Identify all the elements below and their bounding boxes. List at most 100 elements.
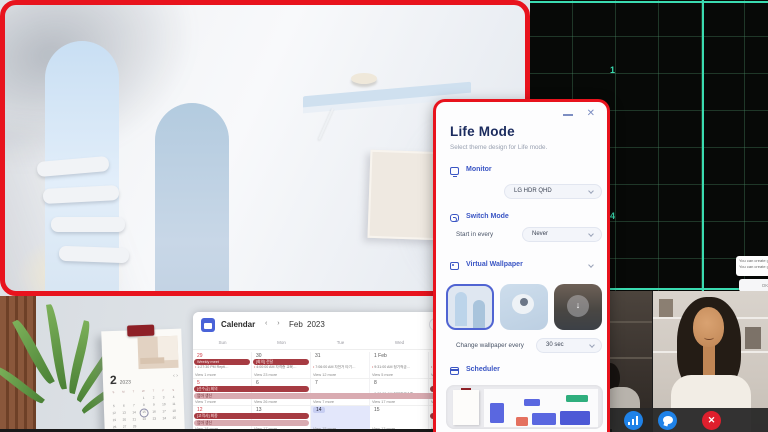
scheduler-section-label: Scheduler — [466, 366, 500, 373]
leaning-frame — [367, 150, 442, 240]
change-wallpaper-dropdown[interactable]: 30 sec — [536, 338, 602, 353]
month-nav-arrows[interactable]: ‹ › — [265, 320, 284, 327]
monitor-icon — [450, 167, 459, 175]
monitor-dropdown[interactable]: LG HDR QHD — [504, 184, 602, 199]
stair-step — [43, 185, 120, 204]
wallpaper-thumbnail-arches-selected[interactable] — [446, 284, 494, 330]
change-wallpaper-label: Change wallpaper every — [456, 342, 524, 349]
virtual-wallpaper-icon — [450, 262, 459, 270]
current-month[interactable]: Feb — [289, 320, 303, 329]
end-call-button[interactable]: ✕ — [702, 411, 721, 430]
view-more-link[interactable]: View 17 more — [372, 400, 395, 404]
switch-mode-dropdown[interactable]: Never — [522, 227, 602, 242]
grid-accent-line-top — [530, 1, 768, 3]
chevron-down-icon — [589, 342, 595, 348]
chevron-icon[interactable] — [588, 262, 594, 268]
day-number[interactable]: 8 — [372, 380, 377, 386]
event-bar[interactable]: [고객사] 최종 — [194, 413, 309, 419]
arch-niche-right — [155, 103, 229, 296]
volume-bars-icon — [628, 416, 639, 425]
end-call-icon: ✕ — [702, 411, 721, 430]
day-number[interactable]: 15 — [372, 407, 380, 413]
stair-step — [51, 217, 125, 232]
bookshelf-line — [610, 321, 652, 323]
participant-face — [693, 307, 724, 347]
chevron-down-icon — [588, 188, 594, 194]
video-call-region: ✕ — [610, 291, 768, 432]
event-bar[interactable]: [선수금] 회의 — [194, 386, 309, 392]
event-bar[interactable]: 엄마 생신 — [194, 420, 309, 426]
preview-event — [560, 411, 590, 425]
grid-row-label-1: 1 — [610, 65, 615, 75]
bookshelf-books — [745, 327, 761, 349]
chevron-down-icon — [588, 231, 594, 237]
event-bar[interactable]: Weekly meet — [194, 359, 250, 365]
day-number[interactable]: 14 — [313, 407, 325, 413]
thumbnail-arch — [455, 292, 467, 326]
desk-calendar-year: 2023 — [120, 379, 131, 385]
thumbnail-object — [520, 298, 528, 306]
arch-niche-left — [45, 41, 119, 296]
day-number[interactable]: 31 — [313, 353, 321, 359]
start-in-every-label: Start in every — [456, 231, 493, 238]
bookshelf-books — [659, 299, 673, 317]
screen: 1 4 You can create grid gu You can creat… — [0, 0, 768, 432]
wallpaper-thumbnail-studio[interactable] — [500, 284, 548, 330]
chat-button[interactable] — [658, 411, 677, 430]
current-year[interactable]: 2023 — [307, 320, 325, 329]
change-wallpaper-value: 30 sec — [546, 342, 564, 348]
panel-subtitle: Select theme design for Life mode. — [450, 144, 547, 151]
event-text[interactable]: 7:06:00 AM 자전거 타기… — [313, 365, 369, 370]
download-icon: ↓ — [567, 295, 589, 317]
day-number[interactable]: 1 Feb — [372, 353, 387, 359]
view-more-link[interactable]: View 26 more — [254, 400, 277, 404]
scheduler-preview[interactable] — [446, 385, 603, 429]
desk-calendar-nav-arrows: ‹ › — [173, 373, 178, 379]
desk-date: 23 — [149, 415, 159, 422]
preview-event — [490, 403, 504, 423]
desk-calendar: 22023 ‹ › SMTWTFS12345678910111213141516… — [101, 329, 185, 432]
view-more-link[interactable]: View 1 more — [195, 373, 216, 377]
view-more-link[interactable]: View 5 more — [372, 373, 393, 377]
close-button[interactable]: ✕ — [587, 108, 595, 119]
view-more-link[interactable]: View 7 more — [195, 400, 216, 404]
view-more-link[interactable]: View 23 more — [254, 373, 277, 377]
participant-neck — [703, 343, 715, 377]
calendar-app-icon — [201, 318, 215, 332]
day-number[interactable]: 7 — [313, 380, 318, 386]
event-text[interactable]: 9:31:00 AM 정기적금… — [372, 365, 428, 370]
calendar-app-title: Calendar — [221, 320, 255, 329]
wood-slat-panel — [0, 296, 36, 432]
monitor-section-label: Monitor — [466, 166, 492, 173]
preview-event — [532, 413, 556, 425]
participant-smile — [704, 335, 714, 340]
life-mode-panel: ✕ Life Mode Select theme design for Life… — [433, 99, 610, 432]
grid-accent-line-vertical — [702, 0, 704, 291]
wallpaper-thumbnail-download[interactable]: ↓ — [554, 284, 602, 330]
chat-icon — [663, 416, 673, 424]
event-bar[interactable]: [회의] 전달 — [253, 359, 309, 365]
view-more-link[interactable]: View 7 more — [313, 400, 334, 404]
grid-row-label-4: 4 — [610, 211, 615, 221]
monitor-dropdown-value: LG HDR QHD — [514, 188, 552, 194]
grid-tooltip-line: You can create grid gu — [739, 264, 768, 270]
desk-calendar-month: 2 — [110, 373, 117, 387]
preview-event — [566, 395, 588, 402]
desk-calendar-clip — [127, 325, 154, 337]
minimize-button[interactable] — [563, 114, 573, 116]
panel-title: Life Mode — [450, 124, 515, 139]
preview-desk-calendar — [453, 390, 479, 425]
event-text[interactable]: 4:00:00 AM 자격증 교육… — [254, 365, 310, 370]
volume-bars-button[interactable] — [624, 411, 643, 430]
desk-calendar-date-grid: SMTWTFS123456789101112131415161718192021… — [108, 387, 179, 429]
scheduler-icon — [450, 367, 459, 375]
view-more-link[interactable]: View 12 more — [313, 373, 336, 377]
preview-event — [516, 417, 528, 426]
weekday-label: Tue — [311, 340, 370, 345]
weekday-label: Sun — [193, 340, 252, 345]
desk-calendar-illustration — [140, 357, 164, 364]
event-text[interactable]: 1:27:30 PM Repti… — [195, 365, 251, 369]
desk-date: 24 — [159, 415, 169, 422]
grid-tooltip: You can create grid gu You can create gr… — [736, 256, 768, 276]
desk-date: 22 — [139, 416, 149, 423]
